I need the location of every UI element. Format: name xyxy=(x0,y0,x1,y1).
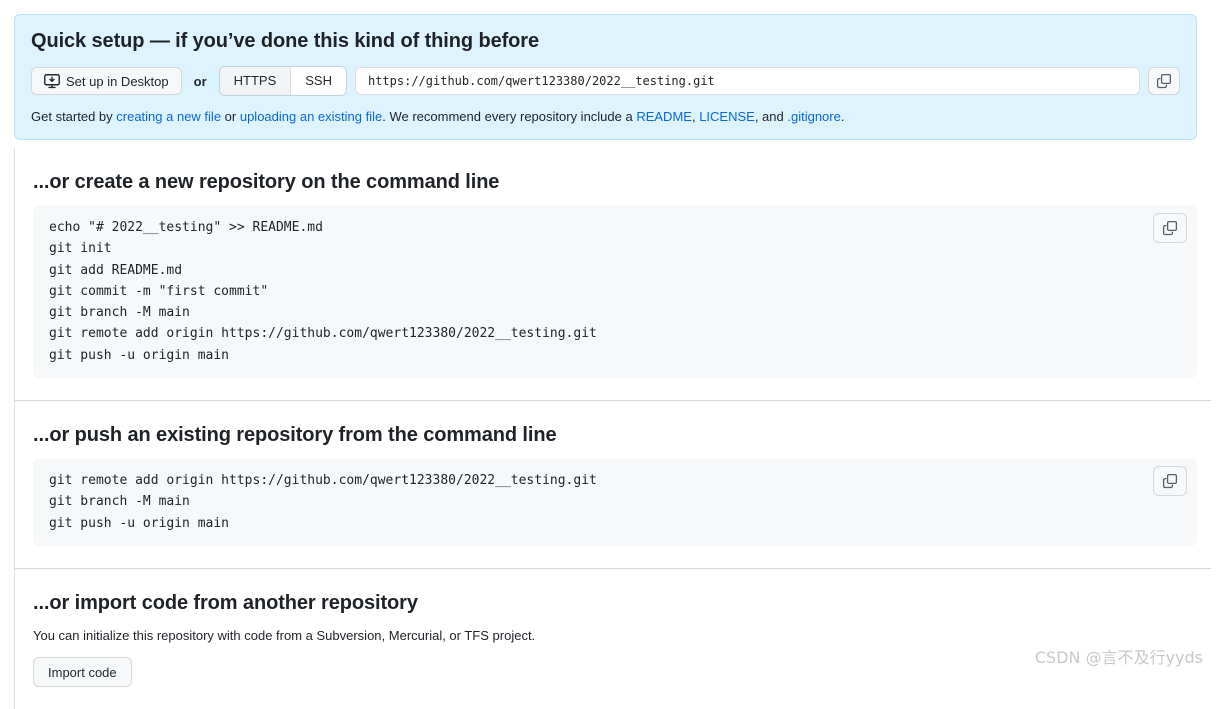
or-label: or xyxy=(193,73,207,89)
section-create-new-repository: ...or create a new repository on the com… xyxy=(15,148,1211,402)
create-new-repository-code-block: echo "# 2022__testing" >> README.md git … xyxy=(33,205,1197,379)
clone-controls-row: Set up in Desktop or HTTPS SSH xyxy=(31,66,1180,96)
copy-icon xyxy=(1156,73,1172,89)
push-existing-repository-heading: ...or push an existing repository from t… xyxy=(33,424,557,447)
csdn-watermark: CSDN @言不及行yyds xyxy=(1034,648,1203,667)
get-started-mid-2: . We recommend every repository include … xyxy=(382,109,637,124)
push-existing-repository-code-block: git remote add origin https://github.com… xyxy=(33,458,1197,546)
license-link[interactable]: LICENSE xyxy=(699,109,755,124)
import-code-button[interactable]: Import code xyxy=(33,657,132,688)
get-started-suffix: . xyxy=(840,109,845,124)
protocol-toggle-group: HTTPS SSH xyxy=(218,66,347,96)
clone-url-input[interactable] xyxy=(354,67,1140,95)
setup-sections: ...or create a new repository on the com… xyxy=(14,148,1212,709)
desktop-download-icon xyxy=(44,73,60,89)
get-started-mid-1: or xyxy=(221,109,240,124)
protocol-ssh-button[interactable]: SSH xyxy=(290,67,346,95)
copy-url-button[interactable] xyxy=(1148,67,1180,95)
push-existing-repository-code: git remote add origin https://github.com… xyxy=(49,473,597,531)
set-up-in-desktop-button[interactable]: Set up in Desktop xyxy=(31,67,182,95)
get-started-prefix: Get started by xyxy=(31,109,117,124)
copy-push-existing-repository-button[interactable] xyxy=(1153,466,1187,497)
section-push-existing-repository: ...or push an existing repository from t… xyxy=(15,401,1211,569)
create-new-repository-code: echo "# 2022__testing" >> README.md git … xyxy=(49,220,597,363)
gitignore-link[interactable]: .gitignore xyxy=(787,109,840,124)
get-started-text: Get started by creating a new file or up… xyxy=(31,107,1180,127)
section-import-code: ...or import code from another repositor… xyxy=(15,569,1211,709)
import-code-heading: ...or import code from another repositor… xyxy=(33,591,418,614)
set-up-in-desktop-label: Set up in Desktop xyxy=(66,73,169,89)
create-new-file-link[interactable]: creating a new file xyxy=(116,109,221,124)
get-started-mid-3: , and xyxy=(754,109,788,124)
readme-link[interactable]: README xyxy=(636,109,692,124)
quick-setup-title: Quick setup — if you’ve done this kind o… xyxy=(31,30,539,52)
create-new-repository-heading: ...or create a new repository on the com… xyxy=(33,171,500,193)
upload-existing-file-link[interactable]: uploading an existing file xyxy=(240,109,382,124)
quick-setup-banner: Quick setup — if you’ve done this kind o… xyxy=(14,14,1197,140)
copy-icon xyxy=(1162,220,1178,236)
protocol-https-button[interactable]: HTTPS xyxy=(219,67,291,95)
copy-icon xyxy=(1162,473,1178,489)
import-code-description: You can initialize this repository with … xyxy=(33,627,536,643)
copy-create-new-repository-button[interactable] xyxy=(1153,213,1187,243)
